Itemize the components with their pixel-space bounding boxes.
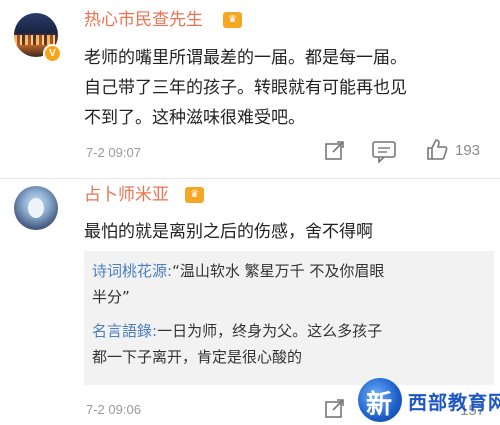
reply-text: 半分”: [92, 288, 130, 306]
reply-text: “温山软水 繁星万千 不及你眉眼: [172, 262, 385, 280]
divider: [0, 178, 500, 179]
verified-badge-icon: V: [43, 44, 62, 63]
reply-text: 一日为师，终身为父。这么多孩子: [157, 322, 383, 340]
avatar[interactable]: [14, 186, 58, 230]
thumbs-up-icon[interactable]: [425, 137, 449, 161]
share-icon[interactable]: [323, 397, 347, 421]
comment-text-line: 不到了。这种滋味很难受吧。: [84, 108, 305, 128]
reply-line[interactable]: 诗词桃花源:“温山软水 繁星万千 不及你眉眼: [92, 258, 384, 284]
reply-text: 都一下子离开，肯定是很心酸的: [92, 348, 303, 366]
username[interactable]: 热心市民查先生: [84, 10, 203, 30]
timestamp: 7-2 09:07: [86, 145, 141, 160]
watermark-char: 新: [366, 390, 393, 420]
comment-text-line: 最怕的就是离别之后的伤感，舍不得啊: [84, 222, 373, 242]
reply-username[interactable]: 名言語錄:: [92, 322, 157, 340]
reply-line[interactable]: 名言語錄:一日为师，终身为父。这么多孩子: [92, 318, 382, 344]
site-watermark-logo: 新 西部教育网: [358, 378, 500, 422]
comment-icon[interactable]: [371, 139, 397, 163]
username[interactable]: 占卜师米亚: [84, 185, 169, 205]
comment-text-line: 老师的嘴里所谓最差的一届。都是每一届。: [84, 48, 407, 68]
timestamp: 7-2 09:06: [86, 402, 141, 417]
reply-username[interactable]: 诗词桃花源:: [92, 262, 172, 280]
watermark-text: 西部教育网: [408, 392, 500, 414]
comment-text-line: 自己带了三年的孩子。转眼就有可能再也见: [84, 78, 407, 98]
crown-badge-icon: ♛: [185, 187, 204, 203]
share-icon[interactable]: [323, 139, 347, 163]
crown-badge-icon: ♛: [223, 12, 242, 28]
like-count: 193: [455, 142, 481, 159]
